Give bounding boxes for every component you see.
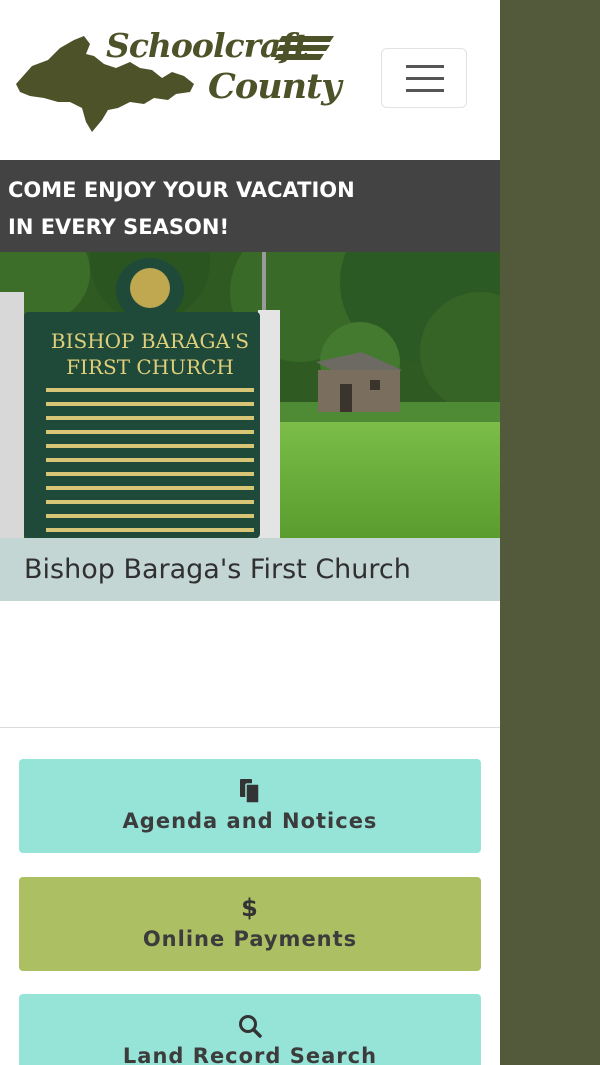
section-divider (0, 727, 500, 728)
tagline-line-1: COME ENJOY YOUR VACATION (8, 178, 355, 202)
dollar-icon: $ (241, 894, 259, 922)
clipboard-icon (19, 774, 481, 806)
logo-text-county: County (208, 66, 342, 107)
logo-stripes-icon (274, 36, 334, 60)
hero-image: BISHOP BARAGA'S FIRST CHURCH (0, 202, 500, 538)
site-logo[interactable]: Schoolcraft County (12, 22, 342, 140)
agenda-and-notices-label: Agenda and Notices (122, 809, 378, 833)
page: Schoolcraft County COME ENJOY YOUR VACAT… (0, 0, 500, 1065)
online-payments-button[interactable]: $ Online Payments (19, 877, 481, 971)
hamburger-icon (406, 77, 444, 80)
site-header: Schoolcraft County (0, 0, 500, 160)
tagline-line-2: IN EVERY SEASON! (8, 215, 230, 239)
land-record-search-button[interactable]: Land Record Search (19, 994, 481, 1065)
agenda-and-notices-button[interactable]: Agenda and Notices (19, 759, 481, 853)
search-icon (19, 1009, 481, 1041)
hamburger-icon (406, 89, 444, 92)
land-record-search-label: Land Record Search (122, 1044, 378, 1065)
menu-toggle-button[interactable] (381, 48, 467, 108)
online-payments-label: Online Payments (142, 927, 358, 951)
hero-photo: BISHOP BARAGA'S FIRST CHURCH (0, 202, 500, 538)
right-sidebar (500, 0, 600, 1065)
hamburger-icon (406, 65, 444, 68)
sign-title-2: FIRST CHURCH (66, 355, 234, 379)
tagline-banner: COME ENJOY YOUR VACATION IN EVERY SEASON… (0, 160, 500, 252)
sign-title-1: BISHOP BARAGA'S (51, 329, 249, 353)
hero-caption: Bishop Baraga's First Church (0, 538, 500, 601)
